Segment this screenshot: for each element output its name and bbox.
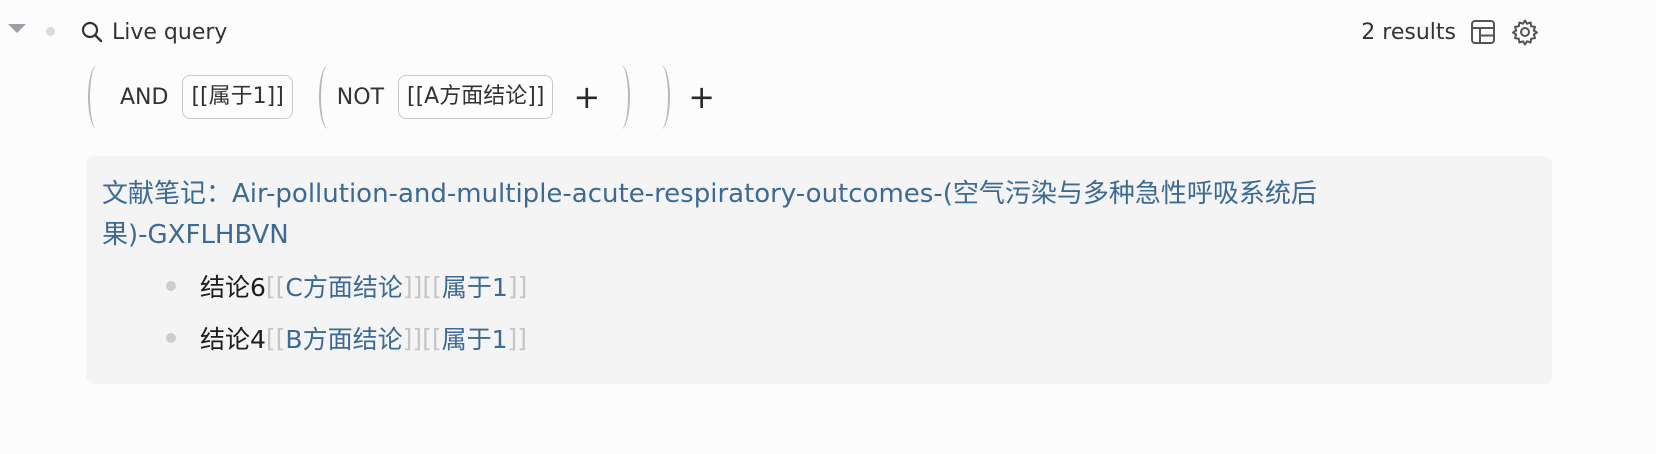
not-group-close-paren [612,65,631,129]
block-text: 结论4 [200,325,266,354]
page-ref-link[interactable]: 属于1 [442,320,508,356]
not-operator[interactable]: NOT [337,85,398,110]
live-query-block: Live query 2 results AND [[属于1]] NOT [[A… [0,0,1656,454]
search-icon [80,20,104,44]
gear-icon[interactable] [1510,17,1540,47]
block-bullet[interactable] [166,281,176,291]
bracket-close: ]] [402,271,423,301]
query-title: Live query [112,19,228,45]
results-toolbar: 2 results [1361,17,1540,47]
bracket-open: [[ [422,323,442,353]
page-ref-link[interactable]: C方面结论 [285,268,402,304]
query-header: Live query [80,17,227,47]
list-item[interactable]: 结论6 [[ C方面结论 ]] [[ 属于1 ]] [102,260,1536,312]
filter-chip-shuyu1[interactable]: [[属于1]] [182,75,293,119]
bracket-close: ]] [402,323,423,353]
group-close-paren [652,65,671,129]
bracket-open: [[ [265,323,286,353]
table-view-icon[interactable] [1468,17,1498,47]
not-group-open-paren [318,65,337,129]
bracket-close: ]] [507,271,528,301]
bracket-open: [[ [422,271,442,301]
block-bullet[interactable] [166,333,176,343]
page-ref-link[interactable]: 属于1 [442,268,508,304]
result-page-link[interactable]: 文献笔记：Air-pollution-and-multiple-acute-re… [102,174,1536,256]
add-clause-button[interactable]: + [682,81,721,113]
block-text: 结论6 [200,273,266,302]
query-builder: AND [[属于1]] NOT [[A方面结论]] + + [88,64,721,130]
results-count: 2 results [1361,19,1456,45]
list-item[interactable]: 结论4 [[ B方面结论 ]] [[ 属于1 ]] [102,312,1536,364]
block-bullet[interactable] [46,27,55,36]
collapse-arrow-icon[interactable] [8,24,26,33]
result-block-list: 结论6 [[ C方面结论 ]] [[ 属于1 ]] 结论4 [[ B方面结论 ]… [102,260,1536,364]
filter-chip-a-conclusion[interactable]: [[A方面结论]] [398,75,554,119]
query-results-panel: 文献笔记：Air-pollution-and-multiple-acute-re… [86,156,1552,384]
bracket-open: [[ [265,271,286,301]
group-open-paren [88,65,106,129]
page-title-line-2: 果)-GXFLHBVN [102,220,289,250]
page-ref-link[interactable]: B方面结论 [285,320,402,356]
and-operator[interactable]: AND [106,85,182,110]
bracket-close: ]] [507,323,528,353]
add-filter-button[interactable]: + [567,81,606,113]
page-title-line-1: 文献笔记：Air-pollution-and-multiple-acute-re… [102,179,1317,209]
